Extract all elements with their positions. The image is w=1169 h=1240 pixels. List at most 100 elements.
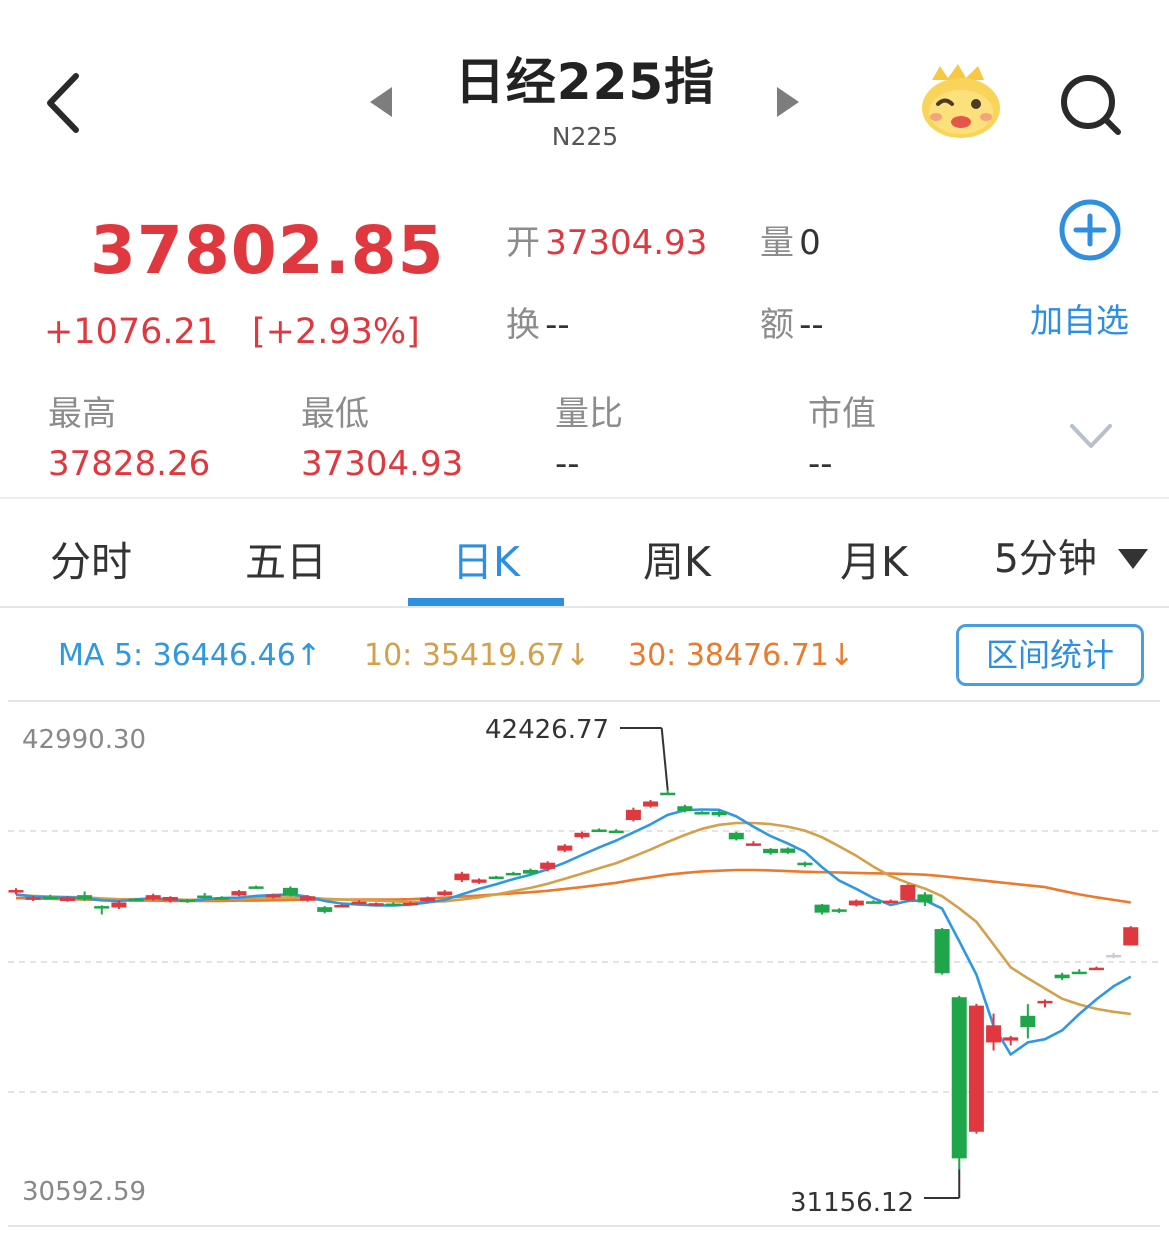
candle-body [848, 900, 864, 906]
candle-body [1054, 974, 1070, 979]
candle-body [814, 904, 830, 913]
candle [437, 890, 453, 896]
active-tab-indicator [408, 598, 564, 606]
add-watchlist-button[interactable] [1058, 198, 1122, 262]
min-price-marker: 31156.12 [790, 1188, 914, 1218]
candle-body [694, 812, 710, 815]
candle-body [488, 876, 504, 880]
candle-body [677, 806, 693, 811]
amount-value: -- [799, 305, 824, 345]
candle [1123, 926, 1139, 946]
candle [368, 902, 384, 907]
candle-body [334, 904, 350, 908]
high-value: 37828.26 [48, 444, 211, 484]
candle-body [437, 891, 453, 896]
candle [197, 892, 213, 899]
chevron-down-icon [1070, 424, 1112, 448]
low-label: 最低 [301, 394, 369, 434]
open-label: 开 [506, 223, 540, 263]
tab-intraday[interactable]: 分时 [50, 528, 132, 588]
candle-body [523, 869, 538, 874]
tab-weekly-k[interactable]: 周K [643, 528, 711, 588]
candle [591, 828, 607, 833]
candle [1106, 952, 1122, 959]
tab-monthly-k[interactable]: 月K [840, 528, 908, 588]
candle [831, 908, 847, 914]
candle-body [643, 801, 659, 807]
turnover-field: 换 -- [506, 297, 570, 346]
search-button[interactable] [1058, 72, 1124, 138]
candle-body [763, 848, 779, 854]
candle-body [128, 898, 144, 902]
volume-label: 量 [760, 223, 794, 263]
next-stock-button[interactable] [775, 85, 801, 119]
amount-field: 额 -- [760, 297, 824, 346]
tab-period-select[interactable]: 5分钟 [994, 528, 1097, 584]
candle-body [8, 890, 24, 893]
max-marker-line [660, 727, 669, 791]
period-dropdown-toggle[interactable] [1116, 546, 1150, 572]
candle-body [162, 896, 178, 901]
candle-body [780, 848, 796, 853]
candle [814, 903, 830, 915]
candle-body [368, 903, 384, 906]
candle-body [625, 809, 641, 821]
low-value: 37304.93 [301, 444, 464, 484]
candles-layer [8, 790, 1139, 1170]
candle-body [900, 884, 916, 901]
candle-body [951, 997, 967, 1159]
mascot-button[interactable] [918, 62, 1004, 142]
candle-body [831, 909, 847, 912]
expand-details-button[interactable] [1068, 418, 1114, 454]
candle [951, 995, 967, 1170]
candle-body [385, 903, 401, 907]
candle-body [248, 886, 264, 889]
volume-ratio-label: 量比 [555, 394, 623, 434]
range-stats-button[interactable]: 区间统计 [956, 624, 1144, 686]
add-watchlist-label[interactable]: 加自选 [1030, 294, 1129, 342]
caret-right-icon [777, 87, 799, 117]
candle [968, 1003, 984, 1134]
candle-body [351, 901, 367, 905]
candle-body [917, 894, 933, 903]
candle-body [1123, 927, 1139, 946]
tab-five-day[interactable]: 五日 [245, 528, 327, 588]
candle [317, 906, 333, 914]
candle [660, 790, 676, 796]
candle-body [505, 872, 521, 876]
candle-body [214, 897, 230, 900]
tab-daily-k[interactable]: 日K [452, 528, 520, 588]
candle [557, 844, 573, 853]
candle-body [1106, 954, 1122, 958]
candle [1020, 1004, 1036, 1039]
candle-body [1088, 967, 1104, 971]
volume-field: 量 0 [760, 215, 821, 264]
candle-body [745, 843, 761, 846]
candle-body [317, 907, 333, 912]
chart-grid [8, 700, 1160, 1227]
candle [574, 831, 590, 839]
candle [643, 799, 659, 808]
candle [248, 885, 264, 889]
candle [231, 890, 247, 897]
candle [728, 831, 744, 841]
plus-circle-icon [1059, 199, 1121, 261]
candle-body [540, 862, 556, 869]
candle-body [574, 832, 590, 838]
back-button[interactable] [40, 70, 90, 136]
divider [0, 497, 1169, 499]
prev-stock-button[interactable] [368, 85, 394, 119]
candle [282, 886, 298, 897]
candle-body [608, 830, 624, 834]
candle-body [1071, 971, 1087, 975]
candle-body [866, 901, 881, 904]
candle-body [420, 897, 436, 902]
candle [763, 848, 779, 855]
candlestick-chart[interactable]: 42990.30 30592.59 42426.77 31156.12 [0, 700, 1169, 1240]
candle [797, 861, 813, 867]
candle-body [711, 812, 727, 816]
max-price-marker: 42426.77 [485, 715, 609, 745]
candle-body [300, 896, 316, 901]
candle [505, 871, 521, 876]
candle-body [145, 895, 161, 900]
